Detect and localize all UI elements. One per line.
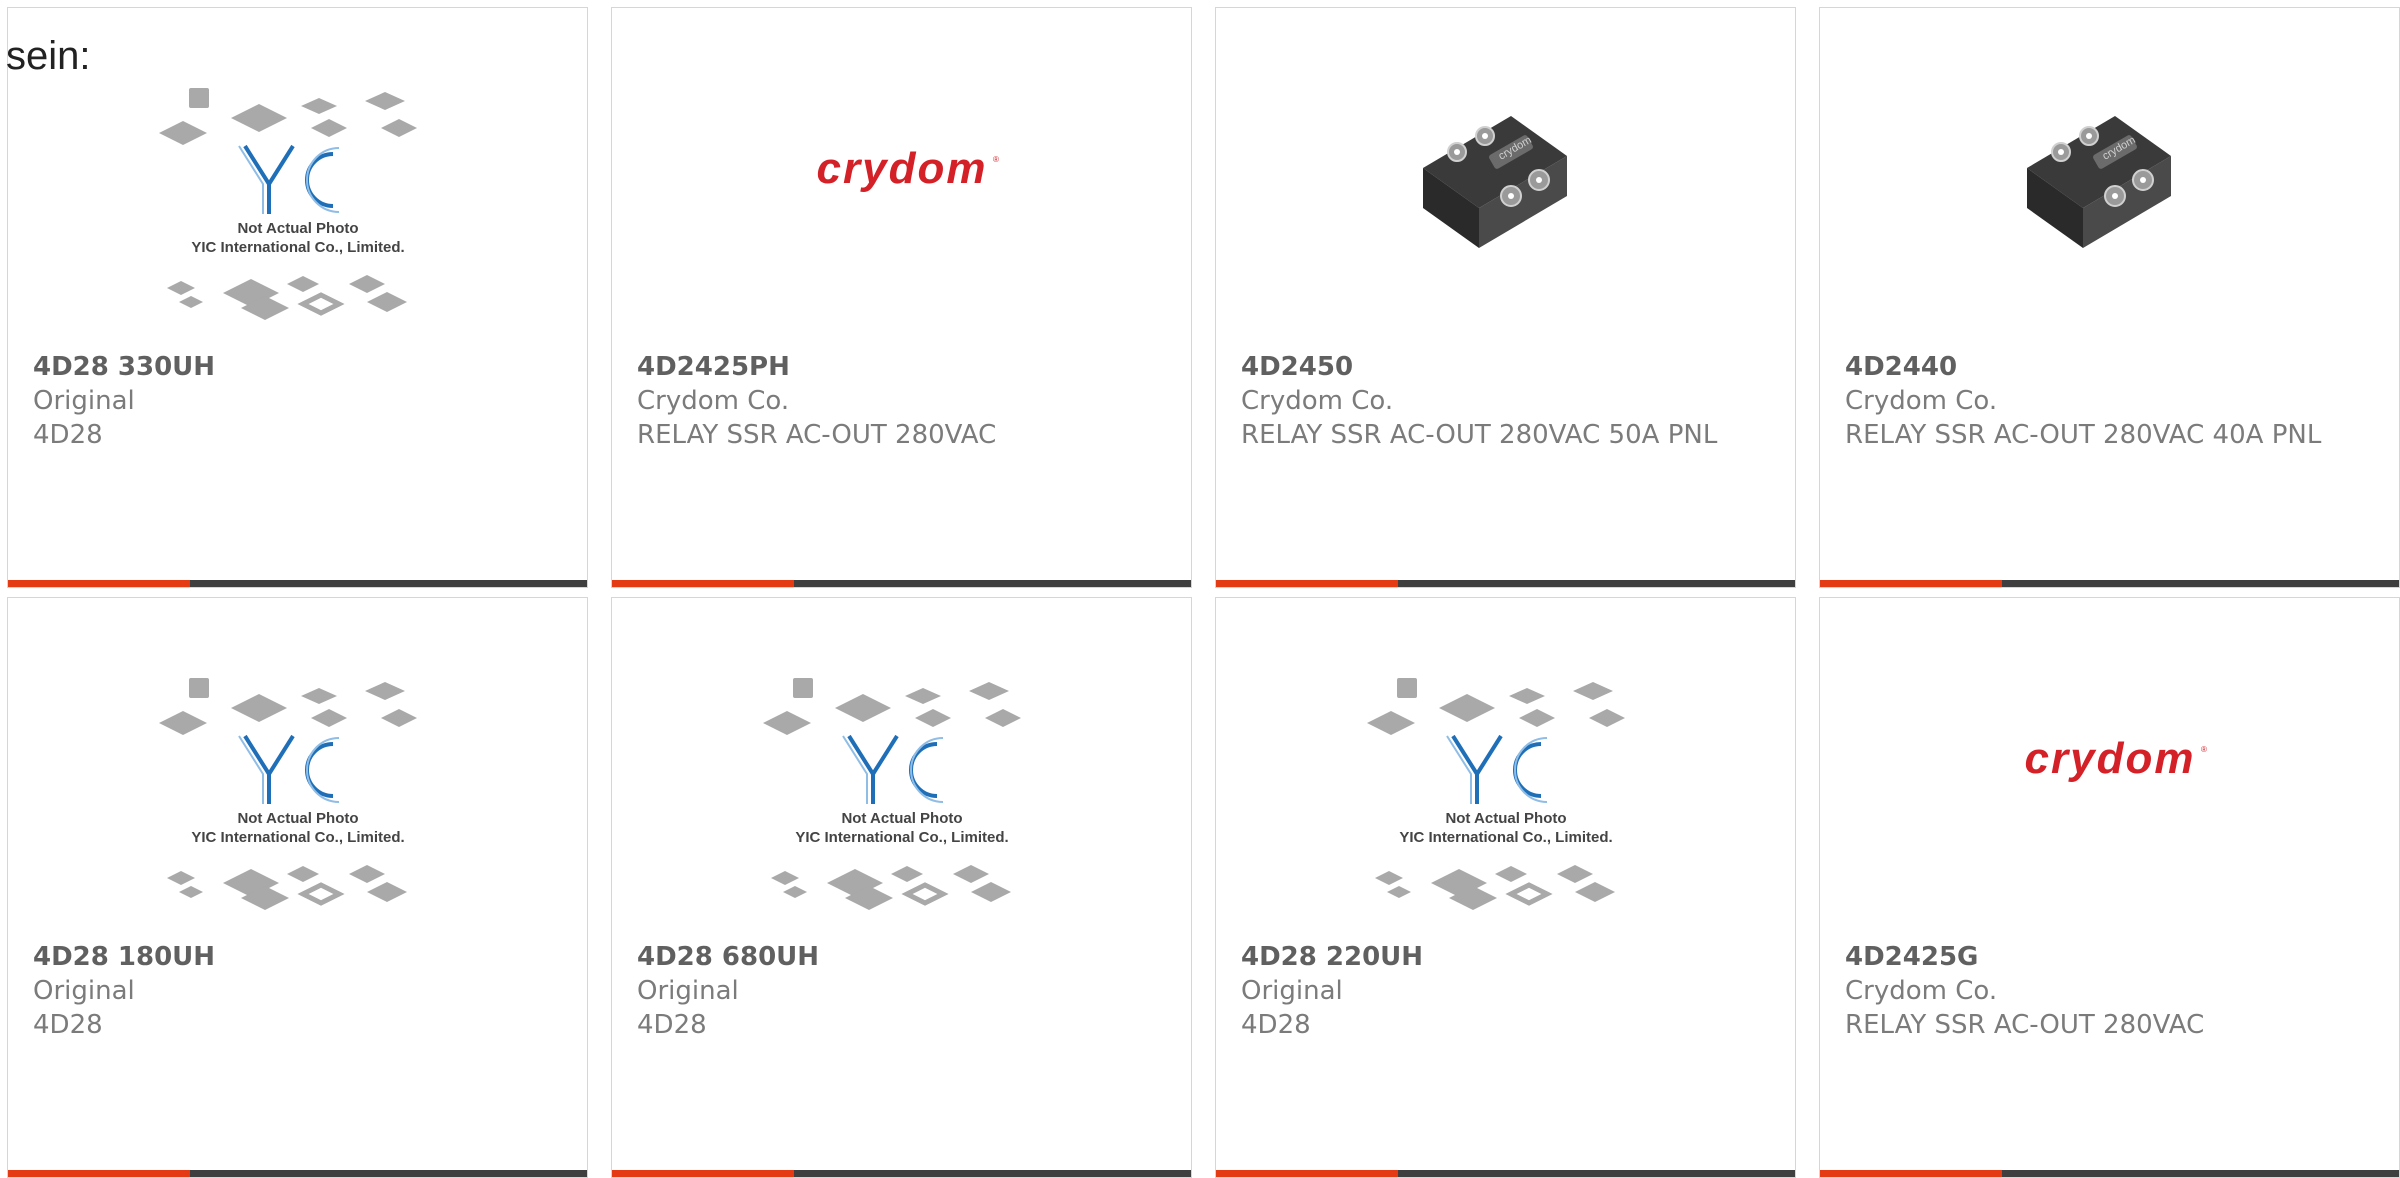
description: 4D28 bbox=[1241, 1010, 1311, 1040]
part-number[interactable]: 4D2425PH bbox=[637, 350, 1131, 384]
placeholder-line1: Not Actual Photo bbox=[237, 810, 358, 827]
intro-text: sein: bbox=[6, 34, 91, 78]
manufacturer: Crydom Co. bbox=[637, 386, 790, 416]
product-image-placeholder: Not Actual Photo YIC International Co., … bbox=[8, 678, 587, 938]
card-accent bbox=[8, 580, 190, 587]
manufacturer: Crydom Co. bbox=[1241, 386, 1394, 416]
card-accent bbox=[8, 1170, 190, 1177]
description: 4D28 bbox=[33, 420, 103, 450]
product-card[interactable]: Not Actual Photo YIC International Co., … bbox=[611, 597, 1192, 1178]
manufacturer: Original bbox=[637, 976, 739, 1006]
product-grid: Not Actual Photo YIC International Co., … bbox=[7, 7, 2400, 1178]
card-footer-bar bbox=[1820, 580, 2399, 587]
description: RELAY SSR AC-OUT 280VAC 50A PNL bbox=[1241, 420, 1718, 450]
card-accent bbox=[1820, 1170, 2002, 1177]
product-image-placeholder: Not Actual Photo YIC International Co., … bbox=[612, 678, 1191, 938]
manufacturer: Crydom Co. bbox=[1845, 976, 1998, 1006]
card-accent bbox=[612, 580, 794, 587]
card-footer-bar bbox=[612, 580, 1191, 587]
description: RELAY SSR AC-OUT 280VAC bbox=[637, 420, 997, 450]
product-card[interactable]: crydom 4D2450 Crydom Co. RELAY SSR AC-OU… bbox=[1215, 7, 1796, 588]
crydom-logo-text: crydom bbox=[2024, 734, 2195, 783]
manufacturer: Original bbox=[33, 976, 135, 1006]
product-card[interactable]: crydom 4D2440 Crydom Co. RELAY SSR AC-OU… bbox=[1819, 7, 2400, 588]
placeholder-line1: Not Actual Photo bbox=[841, 810, 962, 827]
card-accent bbox=[612, 1170, 794, 1177]
description: 4D28 bbox=[33, 1010, 103, 1040]
manufacturer: Crydom Co. bbox=[1845, 386, 1998, 416]
part-number[interactable]: 4D2450 bbox=[1241, 350, 1735, 384]
product-card[interactable]: crydom ® 4D2425PH Crydom Co. RELAY SSR A… bbox=[611, 7, 1192, 588]
card-footer-bar bbox=[8, 580, 587, 587]
placeholder-line1: Not Actual Photo bbox=[1445, 810, 1566, 827]
svg-text:®: ® bbox=[2201, 745, 2207, 754]
product-card[interactable]: Not Actual Photo YIC International Co., … bbox=[7, 597, 588, 1178]
card-footer-bar bbox=[1216, 1170, 1795, 1177]
card-footer-bar bbox=[8, 1170, 587, 1177]
placeholder-line2: YIC International Co., Limited. bbox=[1399, 829, 1612, 846]
product-image-placeholder: Not Actual Photo YIC International Co., … bbox=[8, 88, 587, 348]
relay-photo: crydom bbox=[1216, 88, 1795, 348]
product-image-placeholder: Not Actual Photo YIC International Co., … bbox=[1216, 678, 1795, 938]
card-footer-bar bbox=[1216, 580, 1795, 587]
card-footer-bar bbox=[1820, 1170, 2399, 1177]
part-number[interactable]: 4D28 680UH bbox=[637, 940, 1131, 974]
placeholder-line1: Not Actual Photo bbox=[237, 220, 358, 237]
product-card[interactable]: Not Actual Photo YIC International Co., … bbox=[1215, 597, 1796, 1178]
description: 4D28 bbox=[637, 1010, 707, 1040]
placeholder-line2: YIC International Co., Limited. bbox=[191, 239, 404, 256]
card-accent bbox=[1820, 580, 2002, 587]
placeholder-line2: YIC International Co., Limited. bbox=[795, 829, 1008, 846]
card-accent bbox=[1216, 1170, 1398, 1177]
part-number[interactable]: 4D2425G bbox=[1845, 940, 2339, 974]
svg-text:®: ® bbox=[993, 155, 999, 164]
description: RELAY SSR AC-OUT 280VAC 40A PNL bbox=[1845, 420, 2322, 450]
product-card[interactable]: Not Actual Photo YIC International Co., … bbox=[7, 7, 588, 588]
card-accent bbox=[1216, 580, 1398, 587]
product-card[interactable]: crydom ® 4D2425G Crydom Co. RELAY SSR AC… bbox=[1819, 597, 2400, 1178]
crydom-logo: crydom ® bbox=[612, 88, 1191, 348]
part-number[interactable]: 4D28 180UH bbox=[33, 940, 527, 974]
crydom-logo-text: crydom bbox=[816, 144, 987, 193]
relay-photo: crydom bbox=[1820, 88, 2399, 348]
card-footer-bar bbox=[612, 1170, 1191, 1177]
part-number[interactable]: 4D2440 bbox=[1845, 350, 2339, 384]
part-number[interactable]: 4D28 330UH bbox=[33, 350, 527, 384]
crydom-logo: crydom ® bbox=[1820, 678, 2399, 938]
placeholder-line2: YIC International Co., Limited. bbox=[191, 829, 404, 846]
manufacturer: Original bbox=[33, 386, 135, 416]
part-number[interactable]: 4D28 220UH bbox=[1241, 940, 1735, 974]
description: RELAY SSR AC-OUT 280VAC bbox=[1845, 1010, 2205, 1040]
manufacturer: Original bbox=[1241, 976, 1343, 1006]
